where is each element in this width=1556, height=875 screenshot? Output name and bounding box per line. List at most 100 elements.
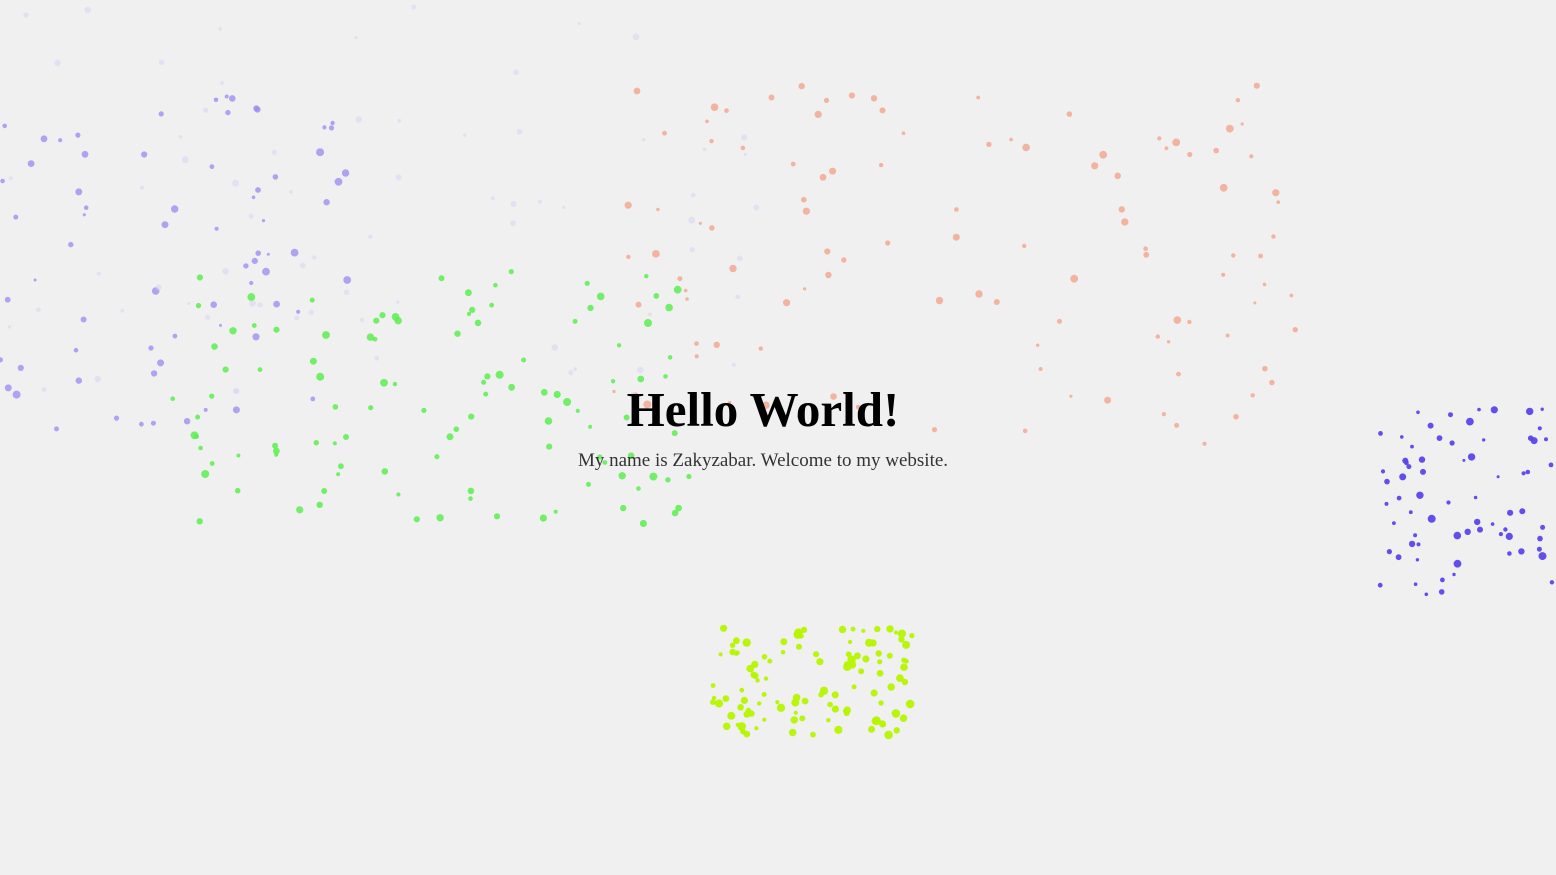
particle-dot <box>649 472 658 481</box>
particle-dot <box>273 300 280 308</box>
particle-dot <box>308 309 314 315</box>
particle-dot <box>731 362 736 367</box>
particle-dot <box>438 275 445 282</box>
particle-dot <box>886 625 894 633</box>
particle-dot <box>885 240 891 246</box>
particle-dot <box>551 344 559 351</box>
particle-dot <box>896 674 904 682</box>
particle-dot <box>373 317 380 324</box>
particle-dot <box>636 486 641 491</box>
particle-dot <box>229 327 237 335</box>
particle-dot <box>489 302 494 308</box>
particle-dot <box>935 296 944 305</box>
particle-dot <box>743 730 751 738</box>
particle-dot <box>838 625 847 634</box>
particle-dot <box>510 220 516 227</box>
particle-dot <box>272 174 279 180</box>
particle-dot <box>321 488 328 494</box>
particle-dot <box>803 287 807 291</box>
particle-dot <box>1225 124 1234 133</box>
particle-dot <box>877 659 883 665</box>
particle-dot <box>742 638 751 647</box>
particle-dot <box>656 207 660 212</box>
particle-dot <box>251 195 256 200</box>
particle-dot <box>309 357 317 365</box>
particle-dot <box>1253 82 1260 89</box>
particle-dot <box>755 678 760 683</box>
particle-dot <box>214 226 219 231</box>
particle-dot <box>577 21 581 26</box>
particle-dot <box>798 633 804 639</box>
particle-dot <box>641 137 646 142</box>
particle-dot <box>1440 577 1445 583</box>
particle-dot <box>834 725 843 734</box>
particle-dot <box>626 254 631 260</box>
particle-dot <box>1384 501 1389 506</box>
particle-dot <box>752 672 759 679</box>
particle-dot <box>120 308 125 313</box>
particle-dot <box>510 200 517 208</box>
particle-dot <box>1507 551 1512 556</box>
particle-dot <box>343 276 352 284</box>
particle-dot <box>1438 589 1445 595</box>
particle-dot <box>1503 527 1508 532</box>
particle-dot <box>900 663 908 671</box>
particle-dot <box>1231 253 1236 258</box>
particle-dot <box>1408 510 1413 515</box>
particle-dot <box>537 199 542 204</box>
particle-dot <box>737 255 743 262</box>
particle-dot <box>33 278 37 282</box>
particle-dot <box>17 364 24 371</box>
particle-dot <box>689 246 695 253</box>
particle-dot <box>1537 426 1542 431</box>
particle-dot <box>952 233 960 241</box>
particle-dot <box>493 513 501 520</box>
particle-dot <box>718 652 723 657</box>
particle-dot <box>411 4 417 10</box>
particle-dot <box>954 207 959 212</box>
particle-dot <box>694 354 699 359</box>
particle-dot <box>761 692 767 697</box>
particle-dot <box>639 519 648 528</box>
particle-dot <box>790 716 798 724</box>
particle-dot <box>1235 98 1241 103</box>
particle-dot <box>316 501 323 508</box>
particle-dot <box>1548 462 1554 468</box>
particle-dot <box>710 103 719 111</box>
particle-dot <box>1173 316 1182 324</box>
particle-dot <box>886 652 893 659</box>
particle-dot <box>1427 514 1436 523</box>
particle-dot <box>851 684 857 690</box>
particle-dot <box>826 718 831 723</box>
particle-dot <box>993 299 1000 305</box>
particle-dot <box>793 710 798 715</box>
particle-dot <box>490 196 495 201</box>
particle-dot <box>334 177 343 186</box>
particle-dot <box>865 638 874 647</box>
particle-dot <box>251 323 257 328</box>
particle-dot <box>810 731 816 738</box>
particle-dot <box>1022 143 1030 152</box>
particle-dot <box>662 130 667 136</box>
particle-dot <box>858 668 865 675</box>
particle-dot <box>247 293 256 301</box>
particle-dot <box>667 355 673 360</box>
particle-dot <box>698 221 703 225</box>
particle-dot <box>54 59 61 67</box>
particle-dot <box>1413 533 1418 538</box>
particle-dot <box>328 125 335 131</box>
particle-dot <box>81 150 89 158</box>
particle-dot <box>801 697 809 705</box>
particle-dot <box>843 706 851 714</box>
particle-dot <box>624 201 632 209</box>
particle-dot <box>75 132 81 138</box>
particle-dot <box>354 35 358 40</box>
particle-dot <box>686 473 692 480</box>
particle-dot <box>1395 554 1402 561</box>
particle-dot <box>1474 518 1481 526</box>
particle-dot <box>1530 437 1538 445</box>
particle-dot <box>148 345 154 351</box>
particle-dot <box>870 689 878 697</box>
particle-dot <box>181 156 189 164</box>
particle-dot <box>96 271 101 276</box>
